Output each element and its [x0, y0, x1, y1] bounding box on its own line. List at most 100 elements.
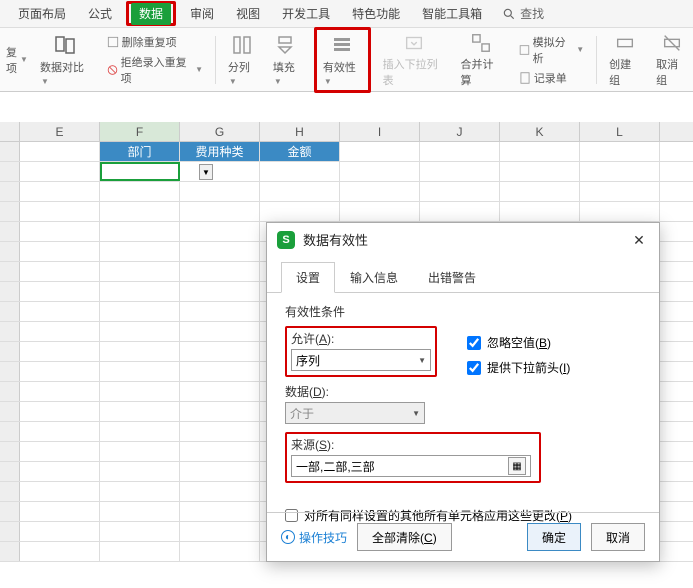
ignore-blank-input[interactable]	[467, 336, 481, 350]
reject-dup-button[interactable]: 拒绝录入重复项▼	[106, 54, 203, 86]
ribbon-item-validation[interactable]: 有效性▼	[319, 32, 366, 88]
clear-all-button[interactable]: 全部清除(C)	[357, 523, 452, 551]
cell-J2[interactable]	[420, 162, 500, 181]
cell-H2[interactable]	[260, 162, 340, 181]
tab-view[interactable]: 视图	[228, 1, 268, 26]
data-value: 介于	[290, 405, 314, 422]
dialog-footer: ◐ 操作技巧 全部清除(C) 确定 取消	[267, 512, 659, 561]
provide-dropdown-input[interactable]	[467, 361, 481, 375]
group-create-label: 创建组	[609, 56, 640, 88]
allow-combo[interactable]: 序列 ▼	[291, 349, 431, 371]
cell-L1[interactable]	[580, 142, 660, 161]
ribbon-item-fill[interactable]: 填充▼	[269, 32, 306, 88]
tab-data[interactable]: 数据	[131, 3, 171, 25]
tab-devtools[interactable]: 开发工具	[274, 1, 338, 26]
ribbon-group-right-small: 模拟分析▼ 记录单	[514, 32, 588, 88]
ribbon-item-consolidate[interactable]: 合并计算	[457, 32, 506, 88]
col-header-F[interactable]: F	[100, 122, 180, 141]
column-headers: E F G H I J K L	[0, 122, 693, 142]
cell-dropdown-handle[interactable]: ▼	[199, 164, 213, 180]
ribbon-item-compare[interactable]: 数据对比▼	[36, 32, 94, 88]
cell-I2[interactable]	[340, 162, 420, 181]
tab-formula[interactable]: 公式	[80, 1, 120, 26]
ignore-blank-checkbox[interactable]: 忽略空值(B)	[467, 334, 570, 351]
cancel-button[interactable]: 取消	[591, 523, 645, 551]
col-header-G[interactable]: G	[180, 122, 260, 141]
fill-label: 填充	[273, 62, 295, 74]
group-cancel-icon	[660, 32, 684, 54]
range-picker-icon[interactable]: ▦	[508, 457, 526, 475]
highlight-source: 来源(S): 一部,二部,三部 ▦	[285, 432, 541, 483]
cell-E2[interactable]	[20, 162, 100, 181]
ribbon-toolbar: 复项▼ 数据对比▼ 删除重复项 拒绝录入重复项▼ 分列▼ 填充▼ 有效性▼ 插入…	[0, 28, 693, 92]
col-header-J[interactable]: J	[420, 122, 500, 141]
chevron-down-icon: ▼	[412, 409, 420, 418]
ribbon-item-group-create[interactable]: 创建组	[605, 32, 644, 88]
ribbon-item-group-cancel[interactable]: 取消组	[652, 32, 691, 88]
cell-F1[interactable]: 部门	[100, 142, 180, 161]
dialog-titlebar: S 数据有效性 ✕	[267, 223, 659, 257]
cell-G2[interactable]	[180, 162, 260, 181]
highlight-data-tab: 数据	[126, 1, 176, 26]
cell-G1[interactable]: 费用种类	[180, 142, 260, 161]
col-header-K[interactable]: K	[500, 122, 580, 141]
consolidate-label: 合并计算	[461, 56, 502, 88]
record-button[interactable]: 记录单	[518, 70, 567, 86]
consolidate-icon	[469, 32, 493, 54]
dialog-tab-error-alert[interactable]: 出错警告	[413, 262, 491, 293]
record-icon	[518, 71, 532, 85]
source-input[interactable]: 一部,二部,三部 ▦	[291, 455, 531, 477]
tab-review[interactable]: 审阅	[182, 1, 222, 26]
dialog-title: 数据有效性	[303, 230, 629, 249]
close-button[interactable]: ✕	[629, 230, 649, 250]
ribbon-group-dup: 删除重复项 拒绝录入重复项▼	[102, 32, 207, 88]
col-header-H[interactable]: H	[260, 122, 340, 141]
col-header-I[interactable]: I	[340, 122, 420, 141]
ok-button[interactable]: 确定	[527, 523, 581, 551]
validation-label: 有效性	[323, 62, 356, 74]
source-label: 来源(S):	[291, 436, 535, 453]
col-header-E[interactable]: E	[20, 122, 100, 141]
col-header-L[interactable]: L	[580, 122, 660, 141]
repeat-dropdown[interactable]: 复项▼	[6, 44, 28, 76]
split-label: 分列	[228, 62, 250, 74]
ribbon-item-split[interactable]: 分列▼	[224, 32, 261, 88]
tab-toolbox[interactable]: 智能工具箱	[414, 1, 490, 26]
simulate-icon	[518, 43, 531, 57]
row-header[interactable]	[0, 162, 20, 181]
chevron-down-icon: ▼	[418, 356, 426, 365]
data-combo: 介于 ▼	[285, 402, 425, 424]
corner-cell[interactable]	[0, 122, 20, 141]
ribbon-item-insert-dd[interactable]: 插入下拉列表	[379, 32, 449, 88]
cell-F2-selected[interactable]	[100, 162, 180, 181]
data-label: 数据(D):	[285, 383, 437, 400]
split-icon	[230, 33, 254, 57]
dialog-tab-settings[interactable]: 设置	[281, 262, 335, 293]
cell-K2[interactable]	[500, 162, 580, 181]
reject-dup-icon	[106, 63, 119, 77]
tab-features[interactable]: 特色功能	[344, 1, 408, 26]
insert-dd-icon	[402, 32, 426, 54]
tab-page-layout[interactable]: 页面布局	[10, 1, 74, 26]
data-validation-dialog: S 数据有效性 ✕ 设置 输入信息 出错警告 有效性条件 允许(A): 序列 ▼…	[266, 222, 660, 562]
cell-K1[interactable]	[500, 142, 580, 161]
ribbon-tabs: 页面布局 公式 数据 审阅 视图 开发工具 特色功能 智能工具箱 查找	[0, 0, 693, 28]
simulate-button[interactable]: 模拟分析▼	[518, 34, 584, 66]
group-create-icon	[613, 32, 637, 54]
cell-J1[interactable]	[420, 142, 500, 161]
cell-L2[interactable]	[580, 162, 660, 181]
ribbon-separator	[215, 36, 216, 84]
row-header[interactable]	[0, 142, 20, 161]
cell-H1[interactable]: 金额	[260, 142, 340, 161]
tab-search[interactable]: 查找	[502, 5, 544, 22]
provide-dropdown-checkbox[interactable]: 提供下拉箭头(I)	[467, 359, 570, 376]
fill-icon	[275, 33, 299, 57]
delete-dup-button[interactable]: 删除重复项	[106, 34, 177, 50]
validation-icon	[330, 33, 354, 57]
dialog-tab-input-msg[interactable]: 输入信息	[335, 262, 413, 293]
grid[interactable]: 部门 费用种类 金额 ▼ // no-op; rows generated be…	[0, 142, 693, 182]
operation-tips-link[interactable]: ◐ 操作技巧	[281, 529, 347, 546]
table-row	[0, 162, 693, 182]
cell-E1[interactable]	[20, 142, 100, 161]
cell-I1[interactable]	[340, 142, 420, 161]
